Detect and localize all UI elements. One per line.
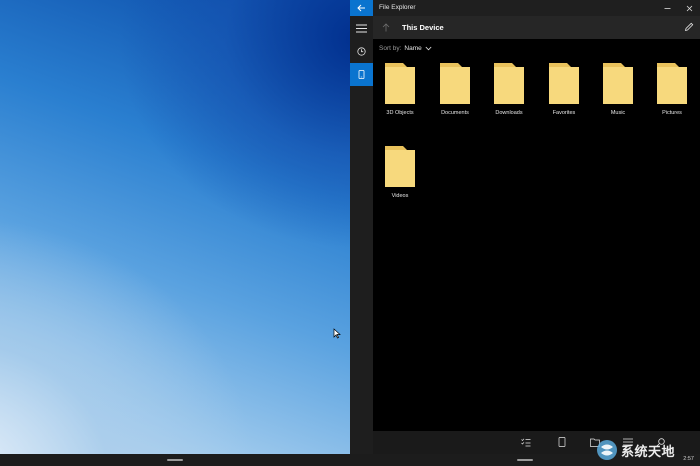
folder-tile-music[interactable]: Music: [591, 61, 645, 121]
pencil-icon: [684, 22, 694, 32]
folder-label: Pictures: [662, 110, 682, 116]
window-title: File Explorer: [379, 4, 416, 11]
select-button[interactable]: [519, 435, 533, 449]
this-device-button[interactable]: [350, 63, 373, 86]
folder-icon: [549, 63, 579, 104]
up-button[interactable]: [379, 20, 393, 34]
taskbar: 2:57: [0, 454, 700, 466]
device-view-button[interactable]: [555, 435, 569, 449]
search-button[interactable]: [653, 435, 667, 449]
close-button[interactable]: [678, 0, 700, 16]
right-pane-handle[interactable]: [517, 459, 533, 461]
clock: 2:57: [683, 456, 694, 462]
recent-button[interactable]: [350, 40, 373, 63]
back-arrow-icon: [357, 4, 365, 12]
sort-value: Name: [404, 45, 422, 52]
up-arrow-icon: [382, 22, 390, 31]
folder-tile-favorites[interactable]: Favorites: [537, 61, 591, 121]
new-folder-button[interactable]: [588, 435, 602, 449]
folder-label: Favorites: [552, 110, 576, 116]
folder-icon: [603, 63, 633, 104]
folder-tile-videos[interactable]: Videos: [373, 144, 427, 204]
folder-label: Videos: [391, 193, 409, 199]
minimize-button[interactable]: [656, 0, 678, 16]
folder-tile-3d-objects[interactable]: 3D Objects: [373, 61, 427, 121]
view-options-button[interactable]: [621, 435, 635, 449]
folder-label: 3D Objects: [386, 110, 414, 116]
minimize-icon: [664, 7, 670, 9]
folder-label: Documents: [441, 110, 469, 116]
folder-tile-downloads[interactable]: Downloads: [482, 61, 536, 121]
command-bar: [373, 431, 700, 454]
hamburger-menu-icon: [356, 24, 367, 33]
mouse-cursor-icon: [333, 328, 341, 339]
folder-icon: [494, 63, 524, 104]
new-folder-icon: [590, 438, 600, 447]
desktop-wallpaper: [0, 0, 350, 454]
folder-tile-pictures[interactable]: Pictures: [645, 61, 699, 121]
list-view-icon: [623, 438, 633, 446]
navigation-rail: [350, 16, 373, 454]
search-icon: [656, 437, 665, 446]
chevron-down-icon: [425, 46, 432, 51]
back-button[interactable]: [350, 0, 373, 16]
file-explorer-window: File Explorer This Device Sort by: Name …: [350, 0, 700, 454]
folder-label: Downloads: [495, 110, 523, 116]
folder-icon: [385, 63, 415, 104]
select-list-icon: [521, 438, 531, 446]
close-icon: [686, 5, 692, 11]
folder-tile-documents[interactable]: Documents: [428, 61, 482, 121]
folder-icon: [657, 63, 687, 104]
location-header: This Device: [373, 16, 700, 39]
sort-label: Sort by:: [379, 45, 402, 52]
left-pane-handle[interactable]: [167, 459, 183, 461]
location-title: This Device: [402, 23, 444, 32]
folder-view: Sort by: Name 3D Objects Documents Downl…: [373, 39, 700, 431]
folder-icon: [385, 146, 415, 187]
folder-label: Music: [610, 110, 626, 116]
folder-icon: [440, 63, 470, 104]
device-icon: [358, 70, 365, 79]
title-bar: File Explorer: [350, 0, 700, 16]
edit-button[interactable]: [682, 20, 696, 34]
sort-dropdown[interactable]: Sort by: Name: [379, 45, 432, 52]
device-icon: [558, 437, 566, 447]
menu-button[interactable]: [350, 17, 373, 40]
clock-icon: [357, 47, 366, 56]
